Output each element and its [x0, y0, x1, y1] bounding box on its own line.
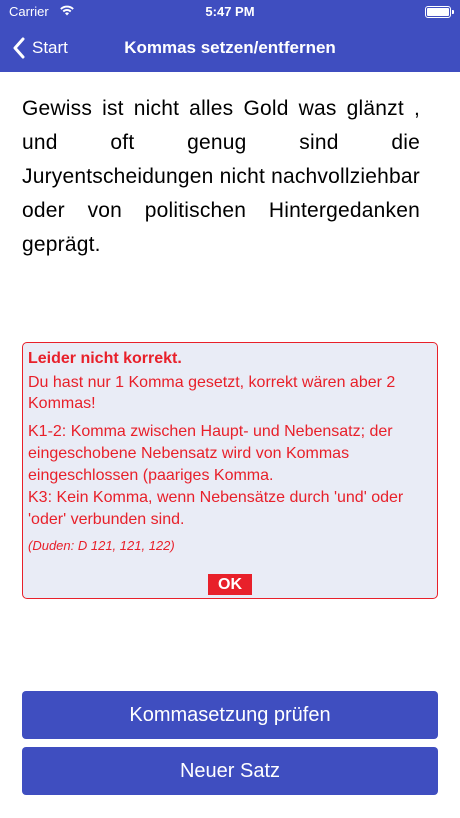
new-sentence-button[interactable]: Neuer Satz [22, 747, 438, 795]
navigation-bar: Carrier 5:47 PM Start Kommas setzen/entf… [0, 0, 460, 72]
page-title: Kommas setzen/entfernen [124, 38, 336, 57]
feedback-message: Du hast nur 1 Komma gesetzt, korrekt wär… [28, 374, 396, 412]
clock: 5:47 PM [205, 4, 255, 19]
battery-icon [425, 6, 454, 18]
feedback-source: (Duden: D 121, 121, 122) [28, 538, 175, 553]
feedback-rules: K1-2: Komma zwischen Haupt- und Nebensat… [28, 423, 404, 528]
feedback-heading: Leider nicht korrekt. [28, 350, 182, 367]
status-bar: Carrier 5:47 PM [0, 0, 460, 24]
check-commas-button[interactable]: Kommasetzung prüfen [22, 691, 438, 739]
feedback-panel: Leider nicht korrekt. Du hast nur 1 Komm… [22, 342, 438, 599]
nav-header: Start Kommas setzen/entfernen [0, 24, 460, 72]
exercise-sentence[interactable]: Gewiss ist nicht alles Gold was glänzt ,… [22, 92, 420, 262]
ok-button[interactable]: OK [208, 574, 252, 595]
